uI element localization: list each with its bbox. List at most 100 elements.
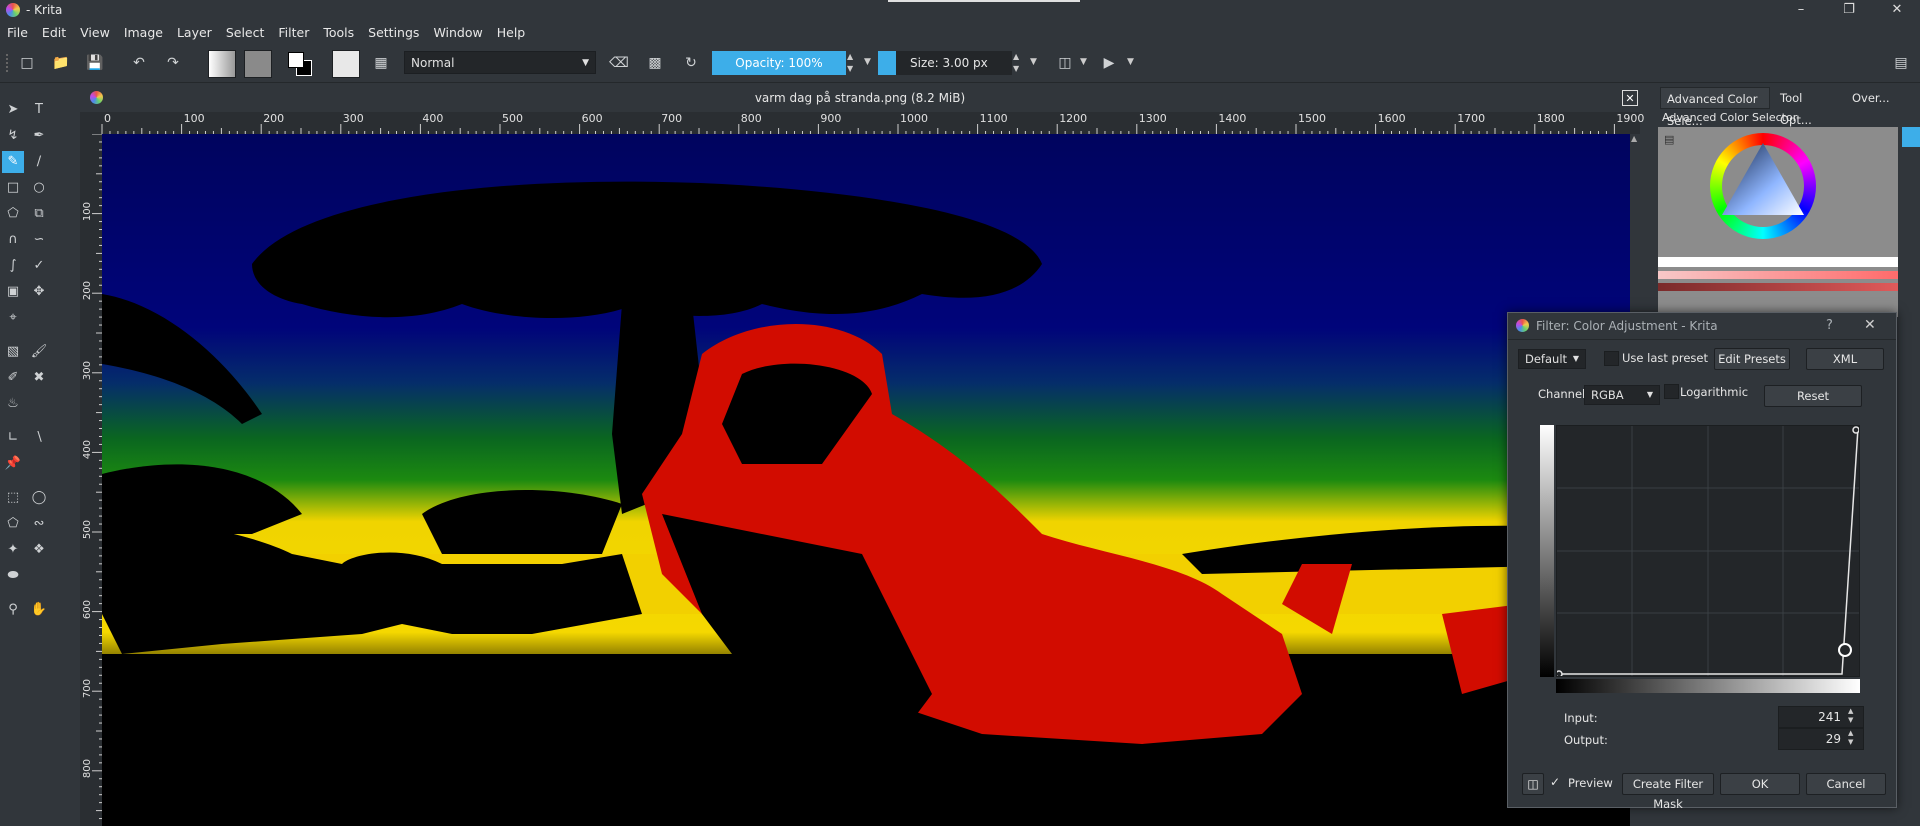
- polygon-select-icon[interactable]: ⬠: [2, 513, 24, 535]
- scroll-up-icon[interactable]: ▲: [1631, 134, 1637, 143]
- ellipse-tool-icon[interactable]: ○: [28, 177, 50, 199]
- transform-tool-icon[interactable]: ▣: [2, 281, 24, 303]
- rect-select-icon[interactable]: ⬚: [2, 487, 24, 509]
- input-spin-arrows-icon[interactable]: ▲ ▼: [1848, 707, 1853, 725]
- dynamic-brush-icon[interactable]: ∫: [2, 255, 24, 277]
- logarithmic-checkbox[interactable]: [1664, 384, 1679, 399]
- compare-toggle-icon[interactable]: ◫: [1522, 773, 1544, 795]
- saturation-slider[interactable]: [1658, 271, 1898, 279]
- workspace-icon[interactable]: ▤: [1890, 52, 1912, 74]
- value-slider[interactable]: [1658, 283, 1898, 291]
- edit-shapes-icon[interactable]: ↯: [2, 125, 24, 147]
- ellipse-select-icon[interactable]: ◯: [28, 487, 50, 509]
- smart-patch-icon[interactable]: ✖: [28, 367, 50, 389]
- menu-image[interactable]: Image: [117, 22, 170, 40]
- tab-tool-options[interactable]: Tool Opt...: [1774, 87, 1842, 127]
- rectangle-tool-icon[interactable]: □: [2, 177, 24, 199]
- output-spin-arrows-icon[interactable]: ▲ ▼: [1848, 729, 1853, 747]
- freehand-brush-icon[interactable]: ✎: [2, 151, 24, 173]
- polygon-tool-icon[interactable]: ⬠: [2, 203, 24, 225]
- brush-presets-grid-icon[interactable]: ▦: [370, 52, 392, 74]
- opacity-slider[interactable]: Opacity: 100%: [712, 51, 846, 75]
- crop-tool-icon[interactable]: ⌖: [2, 307, 24, 329]
- select-shapes-icon[interactable]: ➤: [2, 99, 24, 121]
- curve-graph[interactable]: [1555, 426, 1860, 678]
- pan-tool-icon[interactable]: ✋: [28, 599, 50, 621]
- calligraphy-icon[interactable]: ✒: [28, 125, 50, 147]
- chevron-down-icon[interactable]: ▼: [864, 57, 871, 67]
- lightness-slider[interactable]: [1658, 257, 1898, 267]
- polyline-tool-icon[interactable]: ⧉: [28, 203, 50, 225]
- toolbar-grip[interactable]: [6, 54, 12, 72]
- close-dialog-button[interactable]: ✕: [1864, 317, 1876, 333]
- dock-scroll-handle[interactable]: [1902, 127, 1920, 147]
- bezier-tool-icon[interactable]: ∩: [2, 229, 24, 251]
- contiguous-select-icon[interactable]: ✦: [2, 539, 24, 561]
- curve-editor[interactable]: [1555, 425, 1860, 678]
- fg-bg-color-selector[interactable]: [286, 50, 314, 78]
- curve-point-start[interactable]: [1555, 670, 1563, 678]
- preserve-alpha-icon[interactable]: ▩: [644, 52, 666, 74]
- chevron-down-icon[interactable]: ▼: [1127, 57, 1134, 67]
- chevron-down-icon[interactable]: ▼: [1030, 57, 1037, 67]
- measure-tool-icon[interactable]: ∟: [2, 427, 24, 449]
- close-window-button[interactable]: ✕: [1882, 2, 1912, 20]
- minimize-button[interactable]: –: [1786, 2, 1816, 20]
- tab-advanced-color-selector[interactable]: Advanced Color Sele...: [1660, 87, 1770, 128]
- gradient-swatch[interactable]: [208, 50, 236, 78]
- selector-settings-icon[interactable]: ▤: [1664, 133, 1676, 146]
- multibrush-icon[interactable]: ✓: [28, 255, 50, 277]
- menu-edit[interactable]: Edit: [35, 22, 73, 40]
- image-canvas[interactable]: [102, 134, 1630, 826]
- size-spin-icon[interactable]: ▲ ▼: [1013, 51, 1023, 75]
- color-picker-icon[interactable]: 🖌: [28, 341, 50, 363]
- close-document-icon[interactable]: ✕: [1622, 90, 1638, 106]
- menu-select[interactable]: Select: [219, 22, 272, 40]
- bezier-select-icon[interactable]: ⬬: [2, 565, 24, 587]
- similar-select-icon[interactable]: ❖: [28, 539, 50, 561]
- pattern-swatch[interactable]: [244, 50, 272, 78]
- menu-filter[interactable]: Filter: [271, 22, 316, 40]
- eraser-mode-icon[interactable]: ⌫: [608, 52, 630, 74]
- gradient-tool-icon[interactable]: ▧: [2, 341, 24, 363]
- mirror-horizontal-icon[interactable]: ◫: [1054, 52, 1076, 74]
- use-last-preset-checkbox[interactable]: [1604, 351, 1619, 366]
- wrap-around-icon[interactable]: ▶: [1098, 52, 1120, 74]
- help-button[interactable]: ?: [1826, 318, 1833, 333]
- reset-button[interactable]: Reset: [1764, 385, 1862, 407]
- curve-point-end[interactable]: [1852, 426, 1860, 434]
- opacity-spin-icon[interactable]: ▲ ▼: [847, 51, 857, 75]
- color-selector-panel[interactable]: ▤: [1658, 127, 1898, 317]
- undo-icon[interactable]: ↶: [128, 52, 150, 74]
- channel-select[interactable]: RGBA ▼: [1584, 385, 1660, 405]
- cancel-button[interactable]: Cancel: [1806, 773, 1886, 795]
- reference-tool-icon[interactable]: 📌: [2, 453, 24, 475]
- freehand-path-icon[interactable]: ∽: [28, 229, 50, 251]
- curve-point-selected[interactable]: [1838, 643, 1852, 657]
- create-filter-mask-button[interactable]: Create Filter Mask: [1622, 773, 1714, 811]
- menu-view[interactable]: View: [73, 22, 117, 40]
- menu-file[interactable]: File: [0, 22, 35, 40]
- menu-window[interactable]: Window: [426, 22, 489, 40]
- new-document-icon[interactable]: □: [16, 52, 38, 74]
- chevron-down-icon[interactable]: ▼: [1080, 57, 1087, 67]
- brush-preset-icon[interactable]: [332, 50, 360, 78]
- foreground-color-swatch[interactable]: [288, 52, 304, 68]
- reload-preset-icon[interactable]: ↻: [680, 52, 702, 74]
- preview-check-icon[interactable]: ✓: [1550, 775, 1560, 789]
- ok-button[interactable]: OK: [1720, 773, 1800, 795]
- restore-button[interactable]: ❐: [1834, 2, 1864, 20]
- save-document-icon[interactable]: 💾: [84, 52, 106, 74]
- fill-tool-icon[interactable]: ♨: [2, 393, 24, 415]
- menu-help[interactable]: Help: [490, 22, 533, 40]
- redo-icon[interactable]: ↷: [162, 52, 184, 74]
- zoom-tool-icon[interactable]: ⚲: [2, 599, 24, 621]
- saturation-triangle[interactable]: [1716, 139, 1810, 233]
- document-tab[interactable]: varm dag på stranda.png (8.2 MiB) ✕: [80, 87, 1640, 109]
- text-tool-icon[interactable]: T: [28, 99, 50, 121]
- size-slider-fill[interactable]: [878, 51, 896, 75]
- blend-mode-select[interactable]: Normal ▼: [404, 51, 596, 74]
- freehand-select-icon[interactable]: ∾: [28, 513, 50, 535]
- preset-select[interactable]: Default ▼: [1518, 349, 1586, 369]
- xml-button[interactable]: XML: [1806, 348, 1884, 370]
